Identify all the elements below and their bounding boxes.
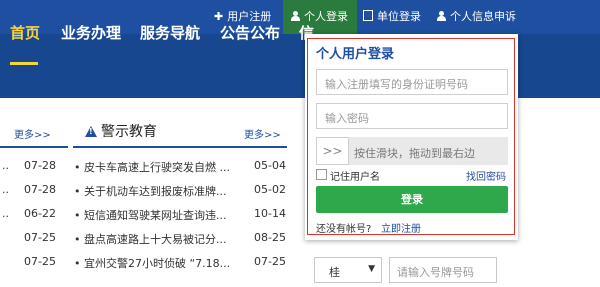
building-icon xyxy=(363,10,373,21)
slider-instruction: 按住滑块，拖动到最右边 xyxy=(354,147,475,160)
news-item-title[interactable]: • 宜州交警27小时侦破 “7.18... xyxy=(74,255,230,271)
left-more-link[interactable]: 更多>> xyxy=(14,126,51,141)
left-row-lead: .. xyxy=(2,183,9,196)
nav-item-service-guide[interactable]: 服务导航 xyxy=(140,22,200,43)
province-select[interactable]: 桂 ▼ xyxy=(314,257,382,283)
nav-item-announcements[interactable]: 公告公布 xyxy=(220,22,280,43)
no-account-text: 还没有帐号? xyxy=(316,224,372,235)
nav-item-home[interactable]: 首页 xyxy=(10,22,40,43)
news-item-date: 05-02 xyxy=(254,183,286,196)
slider-handle[interactable]: >> xyxy=(316,137,349,165)
person-icon xyxy=(437,11,446,21)
news-item-title[interactable]: • 关于机动车达到报废标准牌... xyxy=(74,183,226,199)
news-item-date: 08-25 xyxy=(254,231,286,244)
id-number-input[interactable]: 输入注册填写的身份证明号码 xyxy=(316,69,508,95)
nav-active-indicator xyxy=(10,62,38,65)
news-item-title[interactable]: • 短信通知驾驶某网址查询违... xyxy=(74,207,226,223)
news-item-date: 10-14 xyxy=(254,207,286,220)
warning-icon xyxy=(85,126,97,137)
province-value: 桂 xyxy=(329,266,340,279)
register-now-link[interactable]: 立即注册 xyxy=(381,220,421,235)
remember-username-label[interactable]: 记住用户名 xyxy=(330,168,380,183)
login-popup-title: 个人用户登录 xyxy=(316,47,395,62)
dropdown-arrow-icon: ▼ xyxy=(368,264,375,274)
left-row-date: 07-28 xyxy=(24,183,56,196)
news-item-title[interactable]: • 皮卡车高速上行驶突发自燃 ... xyxy=(74,159,230,175)
login-button[interactable]: 登录 xyxy=(316,186,508,213)
left-row-lead: .. xyxy=(2,207,9,220)
left-row-date: 07-25 xyxy=(24,231,56,244)
warning-panel-divider xyxy=(73,146,287,148)
remember-username-checkbox[interactable] xyxy=(316,169,327,180)
news-item-title[interactable]: • 盘点高速路上十大易被记分... xyxy=(74,231,226,247)
unit-login-label: 单位登录 xyxy=(377,10,421,23)
info-complaint-label: 个人信息申诉 xyxy=(450,10,516,23)
unit-login-link[interactable]: 单位登录 xyxy=(363,0,421,34)
left-panel-divider xyxy=(0,146,68,148)
password-input[interactable]: 输入密码 xyxy=(316,103,508,129)
news-item-date: 05-04 xyxy=(254,159,286,172)
left-row-date: 07-28 xyxy=(24,159,56,172)
left-row-date: 06-22 xyxy=(24,207,56,220)
plate-number-input[interactable]: 请输入号牌号码 xyxy=(389,257,497,283)
warning-more-link[interactable]: 更多>> xyxy=(244,126,281,141)
left-row-lead: .. xyxy=(2,159,9,172)
left-row-date: 07-25 xyxy=(24,255,56,268)
nav-item-business[interactable]: 业务办理 xyxy=(61,22,121,43)
news-item-date: 07-25 xyxy=(254,255,286,268)
retrieve-password-link[interactable]: 找回密码 xyxy=(466,168,506,183)
info-complaint-link[interactable]: 个人信息申诉 xyxy=(437,0,516,34)
warning-panel-title: 警示教育 xyxy=(101,124,157,140)
personal-login-tab[interactable]: 个人登录 xyxy=(283,0,357,34)
person-icon xyxy=(291,11,300,21)
